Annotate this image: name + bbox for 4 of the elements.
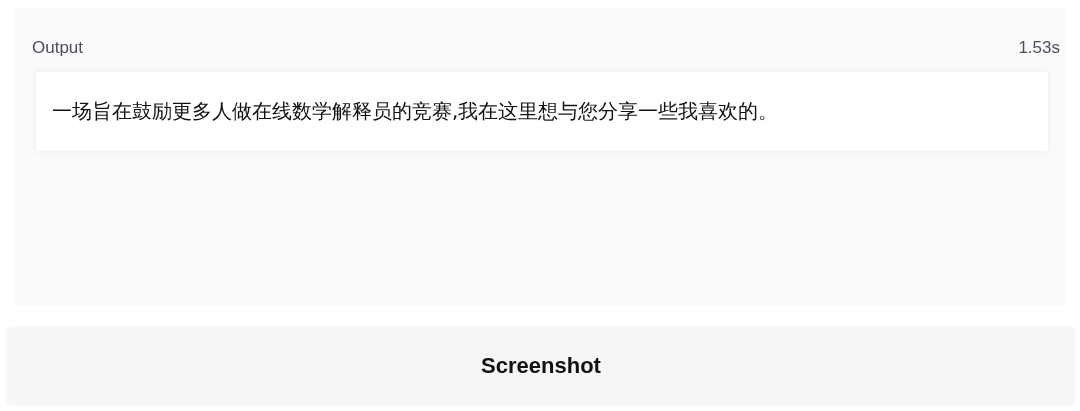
screenshot-button[interactable]: Screenshot bbox=[8, 328, 1074, 404]
output-label: Output bbox=[32, 38, 84, 58]
output-text: 一场旨在鼓励更多人做在线数学解释员的竞赛,我在这里想与您分享一些我喜欢的。 bbox=[36, 72, 1048, 151]
elapsed-time: 1.53s bbox=[1018, 38, 1060, 58]
